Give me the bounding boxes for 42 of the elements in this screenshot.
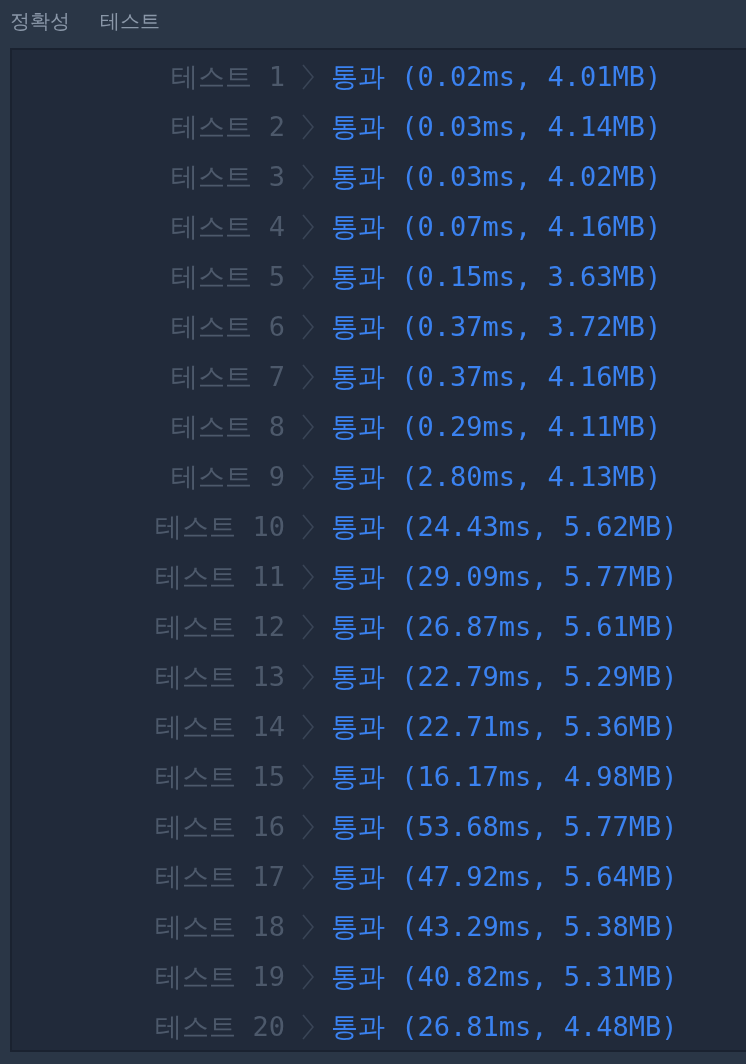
test-result: 통과 (47.92ms, 5.64MB) [331, 860, 679, 894]
test-result: 통과 (24.43ms, 5.62MB) [331, 510, 679, 544]
test-result: 통과 (22.71ms, 5.36MB) [331, 710, 679, 744]
header-label: 테스트 [100, 7, 160, 35]
test-result: 통과 (0.37ms, 3.72MB) [331, 310, 663, 344]
chevron-icon [302, 414, 314, 440]
test-result: 통과 (53.68ms, 5.77MB) [331, 810, 679, 844]
chevron-icon [302, 514, 314, 540]
test-result: 통과 (26.87ms, 5.61MB) [331, 610, 679, 644]
chevron-icon [302, 64, 314, 90]
test-result: 통과 (22.79ms, 5.29MB) [331, 660, 679, 694]
test-result: 통과 (40.82ms, 5.31MB) [331, 960, 679, 994]
chevron-icon [302, 714, 314, 740]
chevron-icon [302, 314, 314, 340]
chevron-icon [302, 464, 314, 490]
test-result: 통과 (0.07ms, 4.16MB) [331, 210, 663, 244]
test-result: 통과 (16.17ms, 4.98MB) [331, 760, 679, 794]
chevron-icon [302, 664, 314, 690]
chevron-icon [302, 1014, 314, 1040]
test-result: 통과 (0.02ms, 4.01MB) [331, 60, 663, 94]
chevron-icon [302, 114, 314, 140]
chevron-icon [302, 914, 314, 940]
test-result: 통과 (0.15ms, 3.63MB) [331, 260, 663, 294]
chevron-icon [302, 814, 314, 840]
chevron-icon [302, 614, 314, 640]
test-result: 통과 (0.37ms, 4.16MB) [331, 360, 663, 394]
chevron-icon [302, 564, 314, 590]
test-result: 통과 (2.80ms, 4.13MB) [331, 460, 663, 494]
chevron-icon [302, 364, 314, 390]
test-result: 통과 (0.29ms, 4.11MB) [331, 410, 663, 444]
test-result: 통과 (26.81ms, 4.48MB) [331, 1010, 679, 1044]
test-result: 통과 (0.03ms, 4.14MB) [331, 110, 663, 144]
chevron-icon [302, 214, 314, 240]
chevron-icon [302, 264, 314, 290]
test-result: 통과 (43.29ms, 5.38MB) [331, 910, 679, 944]
chevron-icon [302, 964, 314, 990]
chevron-icon [302, 764, 314, 790]
chevron-icon [302, 864, 314, 890]
header-label: 정확성 [10, 7, 70, 35]
test-result: 통과 (29.09ms, 5.77MB) [331, 560, 679, 594]
chevron-icon [302, 164, 314, 190]
test-result: 통과 (0.03ms, 4.02MB) [331, 160, 663, 194]
